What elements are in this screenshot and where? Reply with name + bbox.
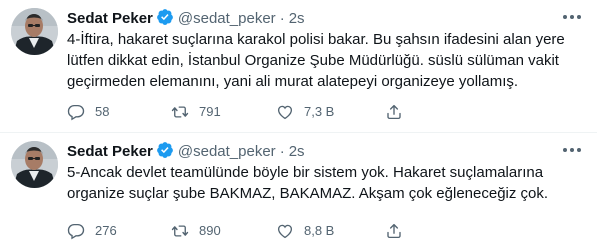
tweet-text-line: lütfen dikkat edin, İstanbul Organize Şu…	[67, 52, 559, 69]
avatar-image	[11, 141, 58, 188]
more-horizontal-icon[interactable]	[561, 6, 583, 26]
tweet-header: Sedat Peker @sedat_peker · 2s	[67, 141, 587, 161]
like-count: 7,3 B	[304, 104, 335, 119]
author-name[interactable]: Sedat Peker	[67, 143, 153, 160]
share-icon	[387, 223, 401, 239]
separator-dot: ·	[279, 10, 285, 27]
tweet-text-line: organize suçlar şube BAKMAZ, BAKAMAZ. Ak…	[67, 185, 549, 202]
share-button[interactable]	[385, 221, 403, 241]
tweet-actions: 276 890 8,8 B	[67, 221, 547, 241]
author-handle[interactable]: @sedat_peker	[178, 10, 276, 27]
retweet-icon	[171, 225, 189, 237]
tweet-text-line: geçirmeden elemanını, yani ali murat ala…	[67, 73, 519, 90]
heart-icon	[277, 224, 293, 239]
retweet-button[interactable]: 890	[171, 221, 221, 241]
avatar-image	[11, 8, 58, 55]
timestamp[interactable]: 2s	[289, 143, 305, 160]
like-count: 8,8 B	[304, 223, 335, 238]
tweet-header: Sedat Peker @sedat_peker · 2s	[67, 8, 587, 28]
reply-button[interactable]: 58	[67, 102, 109, 122]
retweet-count: 890	[199, 223, 221, 238]
heart-icon	[277, 105, 293, 120]
author-handle[interactable]: @sedat_peker	[178, 143, 276, 160]
tweet[interactable]: Sedat Peker @sedat_peker · 2s 4-İftira, hak…	[0, 0, 597, 132]
separator-dot: ·	[279, 143, 285, 160]
reply-icon	[67, 223, 85, 240]
tweet[interactable]: Sedat Peker @sedat_peker · 2s 5-Ancak devle…	[0, 133, 597, 251]
tweet-feed: Sedat Peker @sedat_peker · 2s 4-İftira, hak…	[0, 0, 597, 251]
tweet-text-line: 5-Ancak devlet teamülünde böyle bir sist…	[67, 164, 544, 181]
tweet-text-line: 4-İftira, hakaret suçlarına karakol poli…	[67, 31, 565, 48]
timestamp[interactable]: 2s	[289, 10, 305, 27]
tweet-actions: 58 791 7,3 B	[67, 102, 547, 122]
retweet-count: 791	[199, 104, 221, 119]
retweet-button[interactable]: 791	[171, 102, 221, 122]
avatar[interactable]	[11, 8, 58, 55]
like-button[interactable]: 8,8 B	[276, 221, 334, 241]
reply-count: 58	[95, 104, 110, 119]
like-button[interactable]: 7,3 B	[276, 102, 334, 122]
reply-icon	[67, 104, 85, 121]
tweet-text: 4-İftira, hakaret suçlarına karakol poli…	[67, 29, 587, 92]
share-button[interactable]	[385, 102, 403, 122]
avatar[interactable]	[11, 141, 58, 188]
tweet-text: 5-Ancak devlet teamülünde böyle bir sist…	[67, 162, 587, 204]
more-horizontal-icon[interactable]	[561, 139, 583, 159]
reply-count: 276	[95, 223, 117, 238]
author-name[interactable]: Sedat Peker	[67, 10, 153, 27]
share-icon	[387, 104, 401, 120]
retweet-icon	[171, 106, 189, 118]
reply-button[interactable]: 276	[67, 221, 117, 241]
